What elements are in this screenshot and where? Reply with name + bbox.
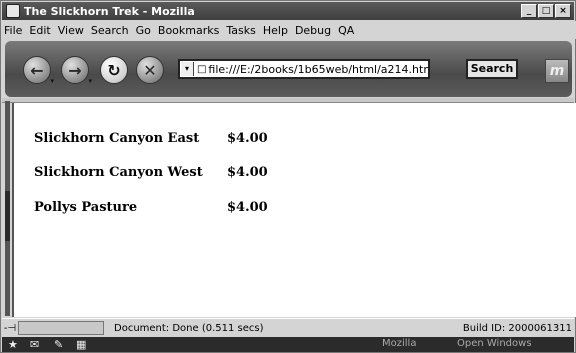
menu-edit[interactable]: Edit — [29, 24, 50, 37]
stop-icon: ✕ — [143, 60, 157, 80]
sidebar-grippy[interactable] — [5, 101, 10, 316]
stop-button[interactable]: ✕ — [136, 56, 164, 84]
taskbar-open-windows[interactable]: Open Windows — [457, 338, 532, 349]
browser-window: The Slickhorn Trek - Mozilla _ □ × File … — [0, 0, 576, 353]
trek-price: $4.00 — [227, 165, 268, 180]
status-text: Document: Done (0.511 secs) — [114, 322, 264, 334]
trek-price: $4.00 — [227, 200, 268, 215]
window-title: The Slickhorn Trek - Mozilla — [24, 4, 195, 18]
page-icon: □ — [196, 63, 207, 75]
app-icon — [6, 4, 20, 18]
component-bar: ★ ✉ ✎ ▦ Mozilla Open Windows — [2, 337, 574, 352]
url-input[interactable] — [208, 62, 428, 76]
forward-dropdown-icon[interactable]: ▾ — [88, 77, 92, 85]
forward-arrow-icon: → — [68, 60, 82, 80]
title-bar: The Slickhorn Trek - Mozilla _ □ × — [2, 2, 574, 20]
trek-name: Slickhorn Canyon East — [34, 131, 200, 146]
status-grip-icon[interactable]: -⊣ — [2, 323, 18, 334]
maximize-button[interactable]: □ — [538, 4, 554, 18]
trek-name: Slickhorn Canyon West — [34, 165, 203, 180]
navigation-toolbar: ← ▾ → ▾ ↻ ✕ ▾ □ Search m — [5, 41, 572, 97]
list-item: Slickhorn Canyon West $4.00 — [34, 165, 268, 180]
menu-go[interactable]: Go — [136, 24, 151, 37]
reload-icon: ↻ — [107, 60, 121, 80]
back-dropdown-icon[interactable]: ▾ — [50, 77, 54, 85]
build-id: Build ID: 2000061311 — [462, 322, 572, 334]
forward-button[interactable]: → ▾ — [61, 56, 92, 85]
sidebar-grip-handle[interactable] — [5, 191, 10, 241]
menu-qa[interactable]: QA — [338, 24, 354, 37]
status-bar: -⊣ Document: Done (0.511 secs) Build ID:… — [2, 318, 574, 337]
progress-meter — [18, 321, 104, 335]
page-content: Slickhorn Canyon East $4.00 Slickhorn Ca… — [12, 103, 576, 317]
back-button[interactable]: ← ▾ — [23, 56, 54, 85]
url-bar: ▾ □ — [178, 59, 430, 79]
url-history-dropdown[interactable]: ▾ — [181, 62, 194, 76]
trek-name: Pollys Pasture — [34, 200, 138, 215]
list-item: Slickhorn Canyon East $4.00 — [34, 131, 268, 146]
trek-price: $4.00 — [227, 131, 268, 146]
list-item: Pollys Pasture $4.00 — [34, 200, 268, 215]
menu-tasks[interactable]: Tasks — [226, 24, 255, 37]
menu-bar: File Edit View Search Go Bookmarks Tasks… — [2, 21, 576, 39]
menu-search[interactable]: Search — [91, 24, 129, 37]
mail-icon[interactable]: ✉ — [30, 338, 39, 351]
close-button[interactable]: × — [555, 4, 571, 18]
menu-help[interactable]: Help — [263, 24, 288, 37]
throbber-logo-icon[interactable]: m — [545, 59, 569, 83]
navigator-icon[interactable]: ★ — [8, 338, 18, 351]
menu-view[interactable]: View — [58, 24, 84, 37]
menu-bookmarks[interactable]: Bookmarks — [158, 24, 219, 37]
window-controls: _ □ × — [521, 4, 571, 18]
minimize-button[interactable]: _ — [521, 4, 537, 18]
address-book-icon[interactable]: ▦ — [76, 338, 86, 351]
taskbar-mozilla[interactable]: Mozilla — [382, 338, 416, 349]
menu-file[interactable]: File — [4, 24, 22, 37]
composer-icon[interactable]: ✎ — [54, 338, 63, 351]
menu-debug[interactable]: Debug — [295, 24, 331, 37]
back-arrow-icon: ← — [30, 60, 44, 80]
reload-button[interactable]: ↻ — [100, 56, 128, 84]
search-button[interactable]: Search — [466, 59, 518, 79]
